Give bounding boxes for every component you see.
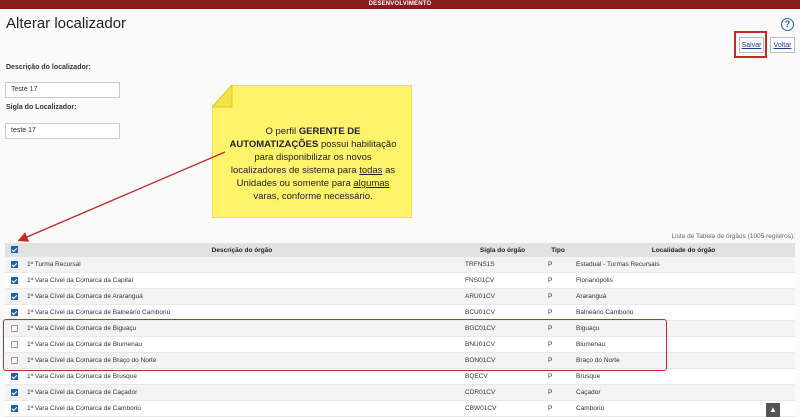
row-select-cell[interactable] — [5, 272, 23, 289]
row-checkbox[interactable] — [10, 276, 18, 284]
localidade-cell: Araranguá — [572, 288, 795, 305]
localidade-header[interactable]: Localidade do órgão — [572, 243, 795, 257]
back-button[interactable]: Voltar — [770, 37, 795, 53]
sigla-cell: CBW01CV — [461, 400, 544, 417]
sigla-cell: CDR01CV — [461, 384, 544, 401]
row-checkbox[interactable] — [10, 292, 18, 300]
sigla-label: Sigla do Localizador: — [6, 104, 77, 111]
table-header-row: Descrição do órgão Sigla do órgão Tipo L… — [5, 243, 795, 257]
tipo-cell: P — [544, 257, 572, 273]
row-select-cell[interactable] — [5, 288, 23, 305]
row-checkbox[interactable] — [10, 404, 18, 412]
tipo-cell: P — [544, 288, 572, 305]
environment-banner: DESENVOLVIMENTO — [0, 0, 800, 9]
save-button[interactable]: Salvar — [739, 37, 764, 53]
descricao-cell: 1ª Vara Cível da Comarca de Araranguá — [23, 288, 461, 305]
select-all-checkbox[interactable] — [10, 246, 18, 254]
row-select-cell[interactable] — [5, 257, 23, 273]
row-checkbox[interactable] — [10, 308, 18, 316]
row-checkbox[interactable] — [10, 388, 18, 396]
descricao-cell: 1ª Vara Cível da Comarca de Caçador — [23, 384, 461, 401]
localidade-cell: Estadual - Turmas Recursais — [572, 257, 795, 273]
row-select-cell[interactable] — [5, 384, 23, 401]
select-all-header[interactable] — [5, 243, 23, 257]
tipo-cell: P — [544, 400, 572, 417]
localidade-cell: Caçador — [572, 384, 795, 401]
records-count: Lista de Tabela de órgãos (1005 registro… — [671, 233, 795, 240]
tipo-cell: P — [544, 384, 572, 401]
descricao-label: Descrição do localizador: — [6, 64, 91, 71]
descricao-input[interactable]: Teste 17 — [5, 82, 120, 98]
row-select-cell[interactable] — [5, 400, 23, 417]
sticky-note-text: O perfil GERENTE DE AUTOMATIZAÇÕES possu… — [229, 126, 397, 202]
table-row[interactable]: 1ª Vara Cível da Comarca da Capital FNS01… — [5, 272, 795, 289]
table-row[interactable]: 1ª Vara Cível da Comarca de Caçador CDR01… — [5, 384, 795, 401]
descricao-cell: 1ª Vara Cível da Comarca de Camboriú — [23, 400, 461, 417]
table-row[interactable]: 1ª Vara Cível da Comarca de Camboriú CBW0… — [5, 400, 795, 417]
tipo-header[interactable]: Tipo — [544, 243, 572, 257]
help-icon[interactable]: ? — [781, 18, 794, 31]
scroll-to-top-button[interactable]: ▲ — [766, 403, 780, 417]
sigla-cell: FNS01CV — [461, 272, 544, 289]
descricao-header[interactable]: Descrição do órgão — [23, 243, 461, 257]
sigla-cell: TRFNS1S — [461, 257, 544, 273]
descricao-cell: 1ª Vara Cível da Comarca da Capital — [23, 272, 461, 289]
table-row[interactable]: 1ª Turma Recursal TRFNS1S P Estadual - Turm… — [5, 257, 795, 273]
row-checkbox[interactable] — [10, 260, 18, 268]
page-title: Alterar localizador — [6, 15, 127, 32]
sigla-cell: ARU01CV — [461, 288, 544, 305]
sigla-header[interactable]: Sigla do órgão — [461, 243, 544, 257]
table-row[interactable]: 1ª Vara Cível da Comarca de Araranguá ARU… — [5, 288, 795, 305]
row-checkbox[interactable] — [10, 372, 18, 380]
descricao-cell: 1ª Turma Recursal — [23, 257, 461, 273]
tipo-cell: P — [544, 272, 572, 289]
localidade-cell: Florianópolis — [572, 272, 795, 289]
sigla-input[interactable]: teste 17 — [5, 123, 120, 139]
localidade-cell: Camboriú — [572, 400, 795, 417]
unchecked-rows-highlight — [3, 319, 667, 371]
